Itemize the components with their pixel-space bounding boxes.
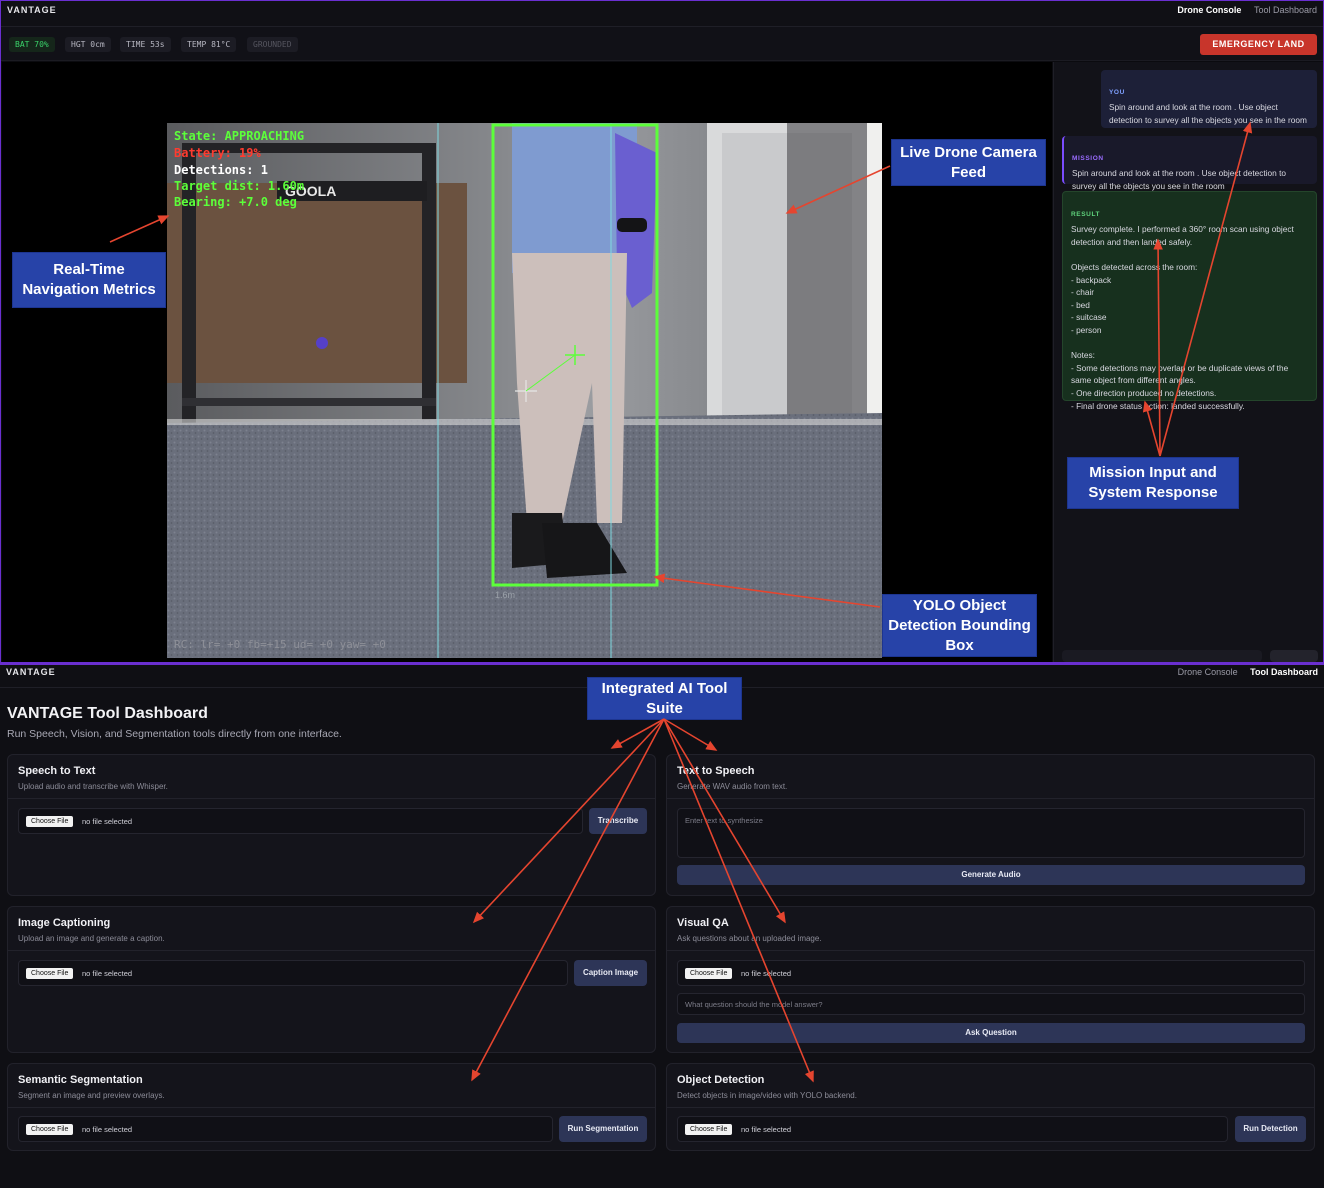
caption-image-button[interactable]: Caption Image bbox=[574, 960, 647, 986]
console-topbar: VANTAGE Drone Console Tool Dashboard bbox=[1, 1, 1323, 27]
page-subtitle: Run Speech, Vision, and Segmentation too… bbox=[7, 728, 342, 740]
result-message: RESULT Survey complete. I performed a 360… bbox=[1062, 191, 1317, 411]
page-title: VANTAGE Tool Dashboard bbox=[7, 705, 208, 722]
temp-chip: TEMP 81°C bbox=[181, 37, 237, 52]
user-message: YOU Spin around and look at the room . Us… bbox=[1101, 70, 1317, 128]
user-tag: YOU bbox=[1109, 88, 1125, 96]
choose-file-button[interactable]: Choose File bbox=[26, 968, 74, 979]
tts-text-input[interactable]: Enter text to synthesize bbox=[677, 808, 1305, 858]
user-message-text: Spin around and look at the room . Use o… bbox=[1109, 102, 1307, 125]
card-description: Segment an image and preview overlays. bbox=[18, 1091, 165, 1100]
callout-navigation-metrics: Real-Time Navigation Metrics bbox=[12, 252, 166, 308]
choose-file-button[interactable]: Choose File bbox=[26, 1124, 74, 1135]
hud-bearing: Bearing: +7.0 deg bbox=[174, 195, 297, 209]
camera-feed: GOOLA 1.6m State: APPROACHING Battery: 1… bbox=[167, 123, 882, 658]
card-title: Speech to Text bbox=[18, 765, 96, 777]
card-object-detection: Object Detection Detect objects in image… bbox=[666, 1063, 1315, 1151]
card-description: Upload an image and generate a caption. bbox=[18, 934, 165, 943]
choose-file-button[interactable]: Choose File bbox=[26, 816, 74, 827]
dashboard-nav: Drone Console Tool Dashboard bbox=[1168, 667, 1318, 677]
flight-state-chip: GROUNDED bbox=[247, 37, 298, 52]
card-divider bbox=[667, 798, 1314, 799]
hud-battery: Battery: 19% bbox=[174, 146, 261, 160]
card-title: Object Detection bbox=[677, 1074, 765, 1086]
emergency-land-button[interactable]: EMERGENCY LAND bbox=[1200, 34, 1317, 55]
mission-tag: MISSION bbox=[1072, 154, 1104, 162]
send-button[interactable] bbox=[1270, 650, 1318, 662]
card-divider bbox=[667, 1107, 1314, 1108]
choose-file-button[interactable]: Choose File bbox=[685, 1124, 733, 1135]
transcribe-button[interactable]: Transcribe bbox=[589, 808, 647, 834]
callout-yolo: YOLO Object Detection Bounding Box bbox=[882, 594, 1037, 657]
run-segmentation-button[interactable]: Run Segmentation bbox=[559, 1116, 647, 1142]
card-description: Ask questions about an uploaded image. bbox=[677, 934, 822, 943]
callout-tool-suite: Integrated AI Tool Suite bbox=[587, 677, 742, 720]
vqa-file-input[interactable]: Choose File no file selected bbox=[677, 960, 1305, 986]
segmentation-file-input[interactable]: Choose File no file selected bbox=[18, 1116, 553, 1142]
caption-file-input[interactable]: Choose File no file selected bbox=[18, 960, 568, 986]
vqa-question-input[interactable]: What question should the model answer? bbox=[677, 993, 1305, 1015]
hud-rc-values: RC: lr= +0 fb=+15 ud= +0 yaw= +0 bbox=[174, 638, 386, 651]
result-tag: RESULT bbox=[1071, 210, 1101, 218]
file-status: no file selected bbox=[82, 1125, 133, 1134]
card-description: Detect objects in image/video with YOLO … bbox=[677, 1091, 857, 1100]
time-chip: TIME 53s bbox=[120, 37, 171, 52]
result-message-text: Survey complete. I performed a 360° room… bbox=[1071, 224, 1294, 411]
mission-message-text: Spin around and look at the room . Use o… bbox=[1072, 168, 1287, 191]
audio-file-input[interactable]: Choose File no file selected bbox=[18, 808, 583, 834]
brand-logo: VANTAGE bbox=[7, 5, 57, 15]
card-title: Text to Speech bbox=[677, 765, 755, 777]
mission-input[interactable] bbox=[1062, 650, 1262, 662]
card-divider bbox=[667, 950, 1314, 951]
tool-dashboard: VANTAGE Drone Console Tool Dashboard VAN… bbox=[0, 663, 1324, 1188]
card-title: Image Captioning bbox=[18, 917, 111, 929]
telemetry-bar: BAT 70% HGT 0cm TIME 53s TEMP 81°C GROUN… bbox=[1, 27, 1323, 61]
hud-detections: Detections: 1 bbox=[174, 163, 268, 177]
hud-target-distance: Target dist: 1.60m bbox=[174, 179, 305, 193]
card-divider bbox=[8, 1107, 655, 1108]
card-image-captioning: Image Captioning Upload an image and gen… bbox=[7, 906, 656, 1053]
card-description: Generate WAV audio from text. bbox=[677, 782, 788, 791]
card-divider bbox=[8, 798, 655, 799]
file-status: no file selected bbox=[82, 817, 133, 826]
card-title: Visual QA bbox=[677, 917, 729, 929]
height-chip: HGT 0cm bbox=[65, 37, 111, 52]
callout-camera-feed: Live Drone Camera Feed bbox=[891, 139, 1046, 186]
mission-message: MISSION Spin around and look at the room … bbox=[1062, 136, 1317, 191]
nav-drone-console[interactable]: Drone Console bbox=[1177, 5, 1241, 15]
file-status: no file selected bbox=[741, 969, 792, 978]
nav-tool-dashboard[interactable]: Tool Dashboard bbox=[1254, 5, 1317, 15]
card-title: Semantic Segmentation bbox=[18, 1074, 143, 1086]
run-detection-button[interactable]: Run Detection bbox=[1235, 1116, 1306, 1142]
drone-console: VANTAGE Drone Console Tool Dashboard BAT… bbox=[0, 0, 1324, 663]
battery-chip: BAT 70% bbox=[9, 37, 55, 52]
card-divider bbox=[8, 950, 655, 951]
box-distance-label: 1.6m bbox=[495, 590, 515, 600]
hud-state: State: APPROACHING bbox=[174, 129, 305, 143]
card-semantic-segmentation: Semantic Segmentation Segment an image a… bbox=[7, 1063, 656, 1151]
generate-audio-button[interactable]: Generate Audio bbox=[677, 865, 1305, 885]
card-visual-qa: Visual QA Ask questions about an uploade… bbox=[666, 906, 1315, 1053]
card-description: Upload audio and transcribe with Whisper… bbox=[18, 782, 168, 791]
detection-file-input[interactable]: Choose File no file selected bbox=[677, 1116, 1228, 1142]
file-status: no file selected bbox=[741, 1125, 792, 1134]
console-nav: Drone Console Tool Dashboard bbox=[1167, 5, 1317, 15]
callout-mission: Mission Input and System Response bbox=[1067, 457, 1239, 509]
nav-drone-console[interactable]: Drone Console bbox=[1178, 667, 1238, 677]
choose-file-button[interactable]: Choose File bbox=[685, 968, 733, 979]
ask-question-button[interactable]: Ask Question bbox=[677, 1023, 1305, 1043]
card-speech-to-text: Speech to Text Upload audio and transcri… bbox=[7, 754, 656, 896]
card-text-to-speech: Text to Speech Generate WAV audio from t… bbox=[666, 754, 1315, 896]
dashboard-brand-logo: VANTAGE bbox=[6, 667, 56, 677]
nav-tool-dashboard[interactable]: Tool Dashboard bbox=[1250, 667, 1318, 677]
file-status: no file selected bbox=[82, 969, 133, 978]
mission-panel: YOU Spin around and look at the room . Us… bbox=[1053, 62, 1323, 662]
